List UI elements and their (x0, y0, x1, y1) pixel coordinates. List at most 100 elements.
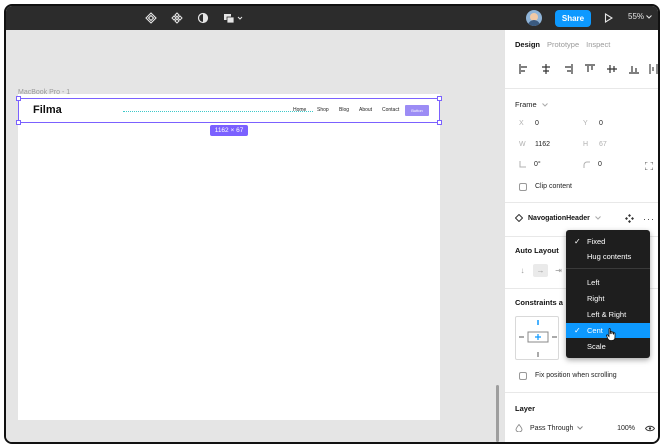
auto-layout-direction: ↓ → ⇥ (515, 264, 566, 277)
menu-item-label: Fixed (587, 237, 606, 246)
menu-item-label: Left & Right (587, 310, 627, 319)
nav-link-blog: Blog (339, 107, 350, 113)
tab-inspect[interactable]: Inspect (586, 40, 610, 49)
frame-title: Frame (515, 100, 537, 109)
menu-item-label: Scale (587, 342, 606, 351)
align-horizontal-center-icon[interactable] (537, 62, 554, 76)
chevron-down-icon (595, 216, 601, 220)
align-bottom-icon[interactable] (625, 62, 642, 76)
y-label: Y (583, 120, 588, 127)
artboard[interactable] (18, 94, 440, 420)
clip-content-label: Clip content (535, 183, 572, 190)
go-to-main-component-icon[interactable] (625, 214, 634, 225)
rotation-field[interactable]: 0° (519, 161, 541, 168)
y-field[interactable]: Y 0 (583, 120, 603, 127)
distribute-icon[interactable] (647, 62, 658, 76)
constraints-title: Constraints a (515, 298, 563, 307)
component-row[interactable]: NavogationHeader (515, 214, 601, 222)
menu-item-label: Left (587, 278, 600, 287)
check-icon: ✓ (574, 326, 581, 335)
frame-section-title[interactable]: Frame (515, 100, 548, 109)
w-value: 1162 (535, 141, 551, 148)
canvas-scrollbar[interactable] (496, 385, 499, 442)
spacing-guide (123, 111, 313, 112)
zoom-level: 55% (628, 12, 645, 21)
hand-cursor-icon (606, 328, 616, 346)
layer-title: Layer (515, 404, 536, 413)
chevron-down-icon (541, 103, 548, 107)
arrow-down-icon[interactable]: ↓ (515, 264, 530, 277)
align-vertical-center-icon[interactable] (603, 62, 620, 76)
corner-radius-field[interactable]: 0 (583, 161, 602, 168)
menu-item-left-right[interactable]: Left & Right (566, 307, 650, 322)
component-name: NavogationHeader (528, 214, 590, 222)
nav-link-home: Home (293, 107, 307, 113)
align-top-icon[interactable] (581, 62, 598, 76)
chevron-down-icon (646, 14, 652, 19)
independent-corners-icon[interactable] (644, 161, 654, 172)
nav-link-about: About (359, 107, 373, 113)
nav-link-shop: Shop (317, 107, 329, 113)
x-label: X (519, 120, 524, 127)
chevron-down-icon[interactable] (577, 426, 584, 430)
resize-handle-tr[interactable] (437, 96, 442, 101)
y-value: 0 (599, 120, 603, 127)
align-left-icon[interactable] (515, 62, 532, 76)
corner-radius-icon (583, 161, 590, 168)
menu-item-label: Cent (587, 326, 603, 335)
contrast-icon[interactable] (196, 10, 210, 26)
clip-content-checkbox[interactable] (519, 183, 527, 191)
blend-mode-icon (515, 424, 523, 432)
auto-layout-title: Auto Layout (515, 246, 559, 255)
h-value: 67 (599, 141, 607, 148)
layer-row: Pass Through 100% (515, 424, 655, 432)
fix-position-label: Fix position when scrolling (535, 372, 617, 379)
size-badge: 1162 × 67 (210, 125, 248, 136)
play-icon[interactable] (602, 10, 614, 26)
width-field[interactable]: W 1162 (519, 141, 550, 148)
resize-handle-tl[interactable] (16, 96, 21, 101)
opacity-value[interactable]: 100% (617, 425, 635, 432)
menu-item-label: Hug contents (587, 252, 632, 261)
avatar[interactable] (526, 10, 542, 26)
logo-text: Filma (33, 104, 62, 116)
resize-handle-bl[interactable] (16, 120, 21, 125)
app-window: Share 55% MacBook Pro - 1 Filma Home Sho… (4, 4, 660, 444)
component-instance-icon (515, 214, 523, 222)
height-field[interactable]: H 67 (583, 141, 607, 148)
arrow-right-icon[interactable]: → (533, 264, 548, 277)
radius-value: 0 (598, 161, 602, 168)
menu-item-right[interactable]: Right (566, 291, 650, 306)
menu-item-fixed[interactable]: ✓ Fixed (566, 234, 650, 249)
menu-item-hug-contents[interactable]: Hug contents (566, 249, 650, 264)
tab-prototype[interactable]: Prototype (547, 40, 579, 49)
rotation-icon (519, 161, 526, 168)
x-field[interactable]: X 0 (519, 120, 539, 127)
menu-item-left[interactable]: Left (566, 275, 650, 290)
component-grid-icon[interactable] (170, 10, 184, 26)
check-icon: ✓ (574, 237, 581, 246)
x-value: 0 (535, 120, 539, 127)
blend-mode-value[interactable]: Pass Through (530, 425, 573, 432)
canvas[interactable]: MacBook Pro - 1 Filma Home Shop Blog Abo… (6, 30, 504, 442)
resize-handle-br[interactable] (437, 120, 442, 125)
navigation-header-frame[interactable]: Filma Home Shop Blog About Contact Butto… (18, 98, 440, 123)
constraint-widget[interactable] (515, 316, 559, 360)
align-right-icon[interactable] (559, 62, 576, 76)
share-button[interactable]: Share (555, 10, 591, 27)
tab-design[interactable]: Design (515, 40, 540, 49)
w-label: W (519, 141, 526, 148)
component-icon[interactable] (144, 10, 158, 26)
zoom-dropdown[interactable]: 55% (628, 12, 652, 21)
fix-position-checkbox[interactable] (519, 372, 527, 380)
menu-item-label: Right (587, 294, 605, 303)
nav-button: Button (405, 105, 429, 116)
alignment-toolbar (515, 62, 658, 76)
wrap-icon[interactable]: ⇥ (551, 264, 566, 277)
eye-icon[interactable] (645, 425, 655, 432)
top-toolbar: Share 55% (6, 6, 658, 30)
frame-stack-icon[interactable] (222, 10, 246, 26)
nav-link-contact: Contact (382, 107, 400, 113)
more-options-icon[interactable]: ··· (643, 214, 655, 224)
rotation-value: 0° (534, 161, 541, 168)
